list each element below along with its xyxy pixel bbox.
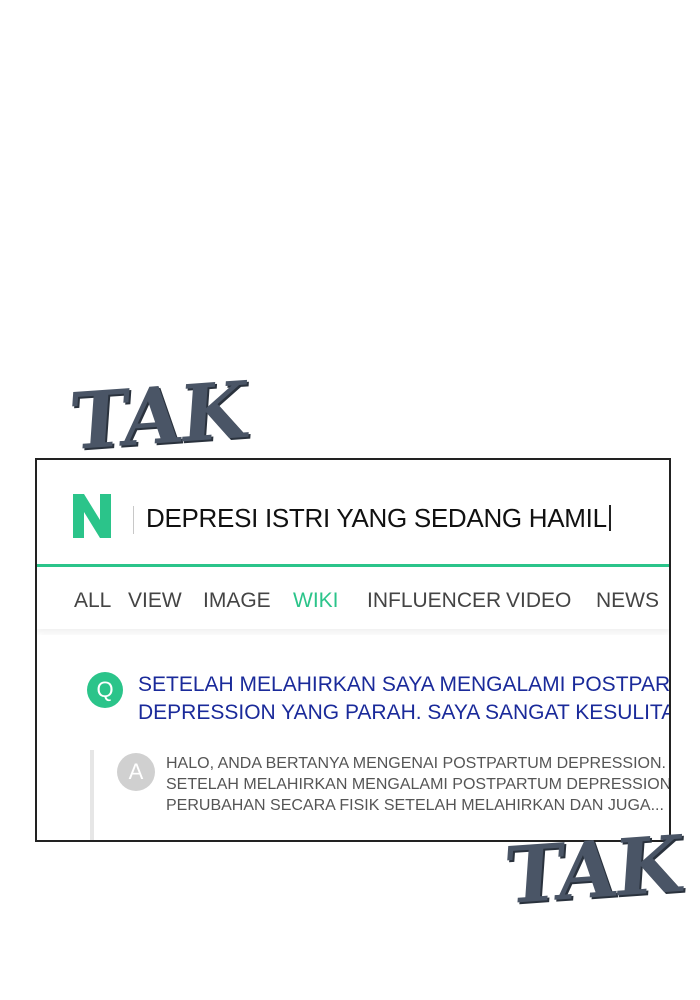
search-bar: DEPRESI ISTRI YANG SEDANG HAMIL [37, 460, 669, 567]
tab-video[interactable]: VIDEO [506, 589, 571, 613]
question-title-link[interactable]: SETELAH MELAHIRKAN SAYA MENGALAMI POSTPA… [138, 671, 671, 727]
question-title-line: SETELAH MELAHIRKAN SAYA MENGALAMI POSTPA… [138, 673, 671, 696]
answer-line: SETELAH MELAHIRKAN MENGALAMI POSTPARTUM … [166, 776, 671, 793]
question-title-line: DEPRESSION YANG PARAH. SAYA SANGAT KESUL… [138, 701, 671, 724]
tab-all[interactable]: ALL [74, 589, 111, 613]
tab-view[interactable]: VIEW [128, 589, 182, 613]
tab-influencer[interactable]: INFLUENCER [367, 589, 501, 613]
search-results-screenshot: DEPRESI ISTRI YANG SEDANG HAMIL ALL VIEW… [35, 458, 671, 842]
search-divider [133, 506, 134, 534]
tab-image[interactable]: IMAGE [203, 589, 271, 613]
answer-quote-bar [90, 750, 94, 840]
answer-line: PERUBAHAN SECARA FISIK SETELAH MELAHIRKA… [166, 797, 664, 814]
search-tabs: ALL VIEW IMAGE WIKI INFLUENCER VIDEO NEW… [37, 567, 669, 629]
search-engine-logo-icon[interactable] [73, 494, 111, 538]
tab-wiki[interactable]: WIKI [293, 589, 339, 613]
search-input[interactable]: DEPRESI ISTRI YANG SEDANG HAMIL [146, 503, 611, 534]
search-query-text: DEPRESI ISTRI YANG SEDANG HAMIL [146, 503, 607, 533]
sfx-tak-top: TAK [67, 364, 250, 469]
tab-news[interactable]: NEWS [596, 589, 659, 613]
answer-snippet[interactable]: HALO, ANDA BERTANYA MENGENAI POSTPARTUM … [166, 753, 671, 816]
text-caret [608, 505, 611, 531]
sfx-tak-bottom: TAK [502, 818, 685, 923]
question-badge: Q [87, 672, 123, 708]
result-list: Q SETELAH MELAHIRKAN SAYA MENGALAMI POST… [37, 635, 669, 840]
answer-badge: A [117, 753, 155, 791]
answer-line: HALO, ANDA BERTANYA MENGENAI POSTPARTUM … [166, 755, 666, 772]
